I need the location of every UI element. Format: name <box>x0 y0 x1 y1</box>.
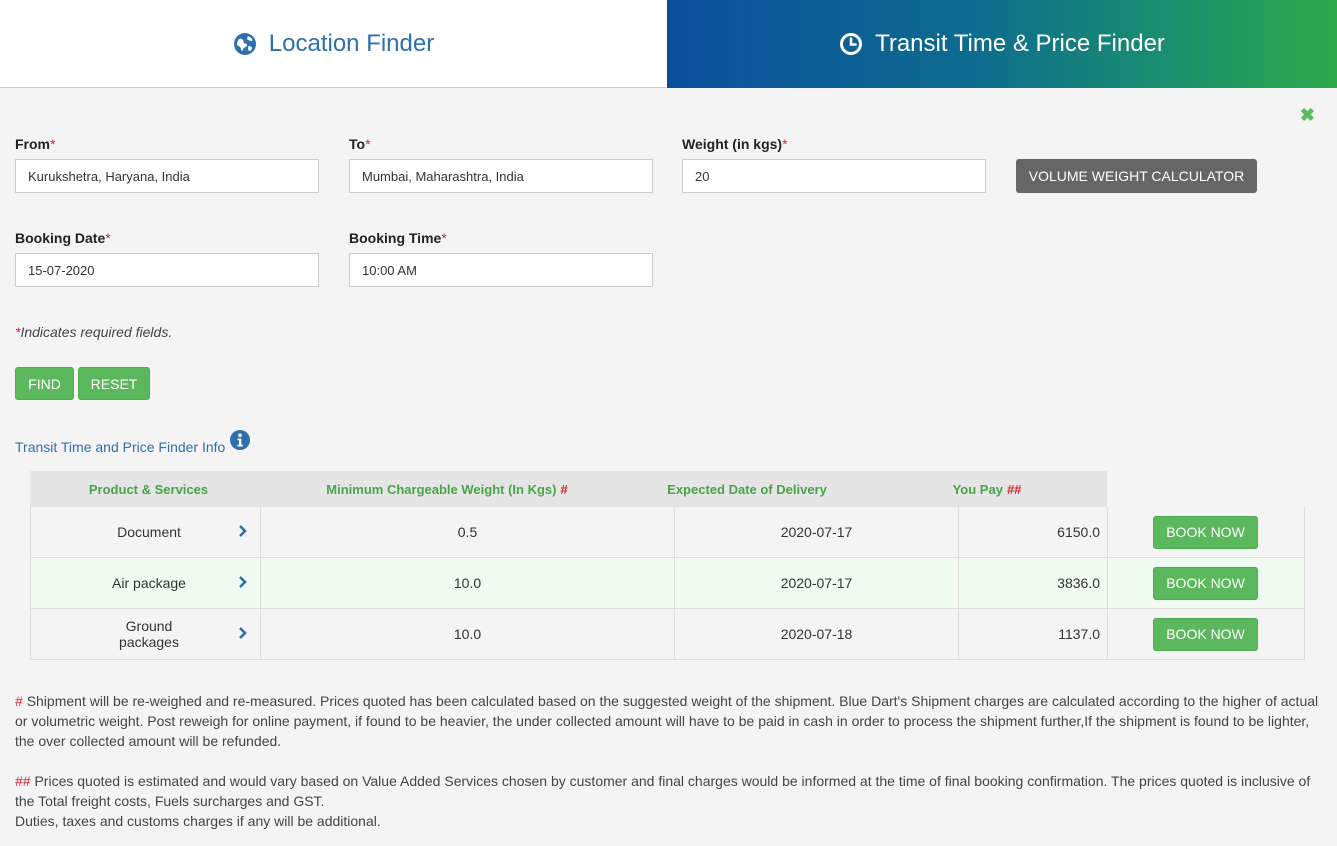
booking-date-label: Booking Date* <box>15 230 111 246</box>
you-pay-cell: 6150.0 <box>959 507 1108 557</box>
tab-location-finder-label: Location Finder <box>268 29 435 57</box>
weight-input[interactable] <box>682 159 986 193</box>
chevron-right-icon[interactable] <box>238 524 248 540</box>
chevron-right-icon[interactable] <box>238 626 248 642</box>
booking-time-input[interactable] <box>349 253 653 287</box>
product-name: Air package <box>112 575 186 591</box>
close-icon[interactable]: ✖ <box>1300 106 1315 124</box>
booking-date-field-group: Booking Date* <box>15 230 319 287</box>
footnote-reweigh: # Shipment will be re-weighed and re-mea… <box>15 693 1319 749</box>
finder-tabs: Location Finder Transit Time & Price Fin… <box>0 0 1337 88</box>
table-row: Air package 10.0 2020-07-17 3836.0 BOOK … <box>30 558 1305 609</box>
results-table: Product & Services Minimum Chargeable We… <box>30 471 1305 660</box>
footnotes: # Shipment will be re-weighed and re-mea… <box>15 691 1325 831</box>
to-label: To* <box>349 136 371 152</box>
table-row: Ground packages 10.0 2020-07-18 1137.0 B… <box>30 609 1305 660</box>
clock-icon <box>839 32 863 56</box>
reset-button[interactable]: RESET <box>78 367 150 400</box>
to-input[interactable] <box>349 159 653 193</box>
tab-location-finder[interactable]: Location Finder <box>0 0 667 88</box>
header-you-pay: You Pay ## <box>867 471 1107 507</box>
product-cell[interactable]: Air package <box>31 558 261 608</box>
booking-time-label: Booking Time* <box>349 230 447 246</box>
product-name: Document <box>117 524 181 540</box>
book-cell: BOOK NOW <box>1108 609 1304 659</box>
book-now-button[interactable]: BOOK NOW <box>1153 566 1258 600</box>
header-min-weight: Minimum Chargeable Weight (In Kgs) # <box>267 471 627 507</box>
delivery-date-cell: 2020-07-17 <box>675 558 959 608</box>
footnote-estimate: ## Prices quoted is estimated and would … <box>15 773 1311 809</box>
required-fields-note: *Indicates required fields. <box>15 324 173 340</box>
you-pay-cell: 1137.0 <box>959 609 1108 659</box>
table-header: Product & Services Minimum Chargeable We… <box>30 471 1305 507</box>
to-field-group: To* <box>349 136 653 193</box>
product-cell[interactable]: Ground packages <box>31 609 261 659</box>
tab-transit-price-finder-label: Transit Time & Price Finder <box>875 30 1165 57</box>
book-now-button[interactable]: BOOK NOW <box>1153 617 1258 651</box>
find-button[interactable]: FIND <box>15 367 74 400</box>
volume-weight-calculator-button[interactable]: VOLUME WEIGHT CALCULATOR <box>1016 159 1257 193</box>
min-weight-cell: 0.5 <box>261 507 675 557</box>
transit-info-link[interactable]: Transit Time and Price Finder Info <box>15 430 251 455</box>
chevron-right-icon[interactable] <box>238 575 248 591</box>
product-name: Ground packages <box>119 618 179 650</box>
you-pay-cell: 3836.0 <box>959 558 1108 608</box>
globe-icon <box>233 32 257 56</box>
min-weight-cell: 10.0 <box>261 609 675 659</box>
tab-transit-price-finder[interactable]: Transit Time & Price Finder <box>667 0 1337 88</box>
min-weight-cell: 10.0 <box>261 558 675 608</box>
info-icon[interactable] <box>230 430 251 453</box>
book-cell: BOOK NOW <box>1108 507 1304 557</box>
book-now-button[interactable]: BOOK NOW <box>1153 515 1258 549</box>
from-label: From* <box>15 136 56 152</box>
delivery-date-cell: 2020-07-17 <box>675 507 959 557</box>
table-row: Document 0.5 2020-07-17 6150.0 BOOK NOW <box>30 507 1305 558</box>
booking-time-field-group: Booking Time* <box>349 230 653 287</box>
weight-field-group: Weight (in kgs)* <box>682 136 986 193</box>
from-field-group: From* <box>15 136 319 193</box>
product-cell[interactable]: Document <box>31 507 261 557</box>
delivery-date-cell: 2020-07-18 <box>675 609 959 659</box>
transit-info-label: Transit Time and Price Finder Info <box>15 439 226 455</box>
header-delivery-date: Expected Date of Delivery <box>627 471 867 507</box>
book-cell: BOOK NOW <box>1108 558 1304 608</box>
weight-label: Weight (in kgs)* <box>682 136 788 152</box>
booking-date-input[interactable] <box>15 253 319 287</box>
header-product: Product & Services <box>30 471 267 507</box>
footnote-duties: Duties, taxes and customs charges if any… <box>15 813 381 829</box>
from-input[interactable] <box>15 159 319 193</box>
